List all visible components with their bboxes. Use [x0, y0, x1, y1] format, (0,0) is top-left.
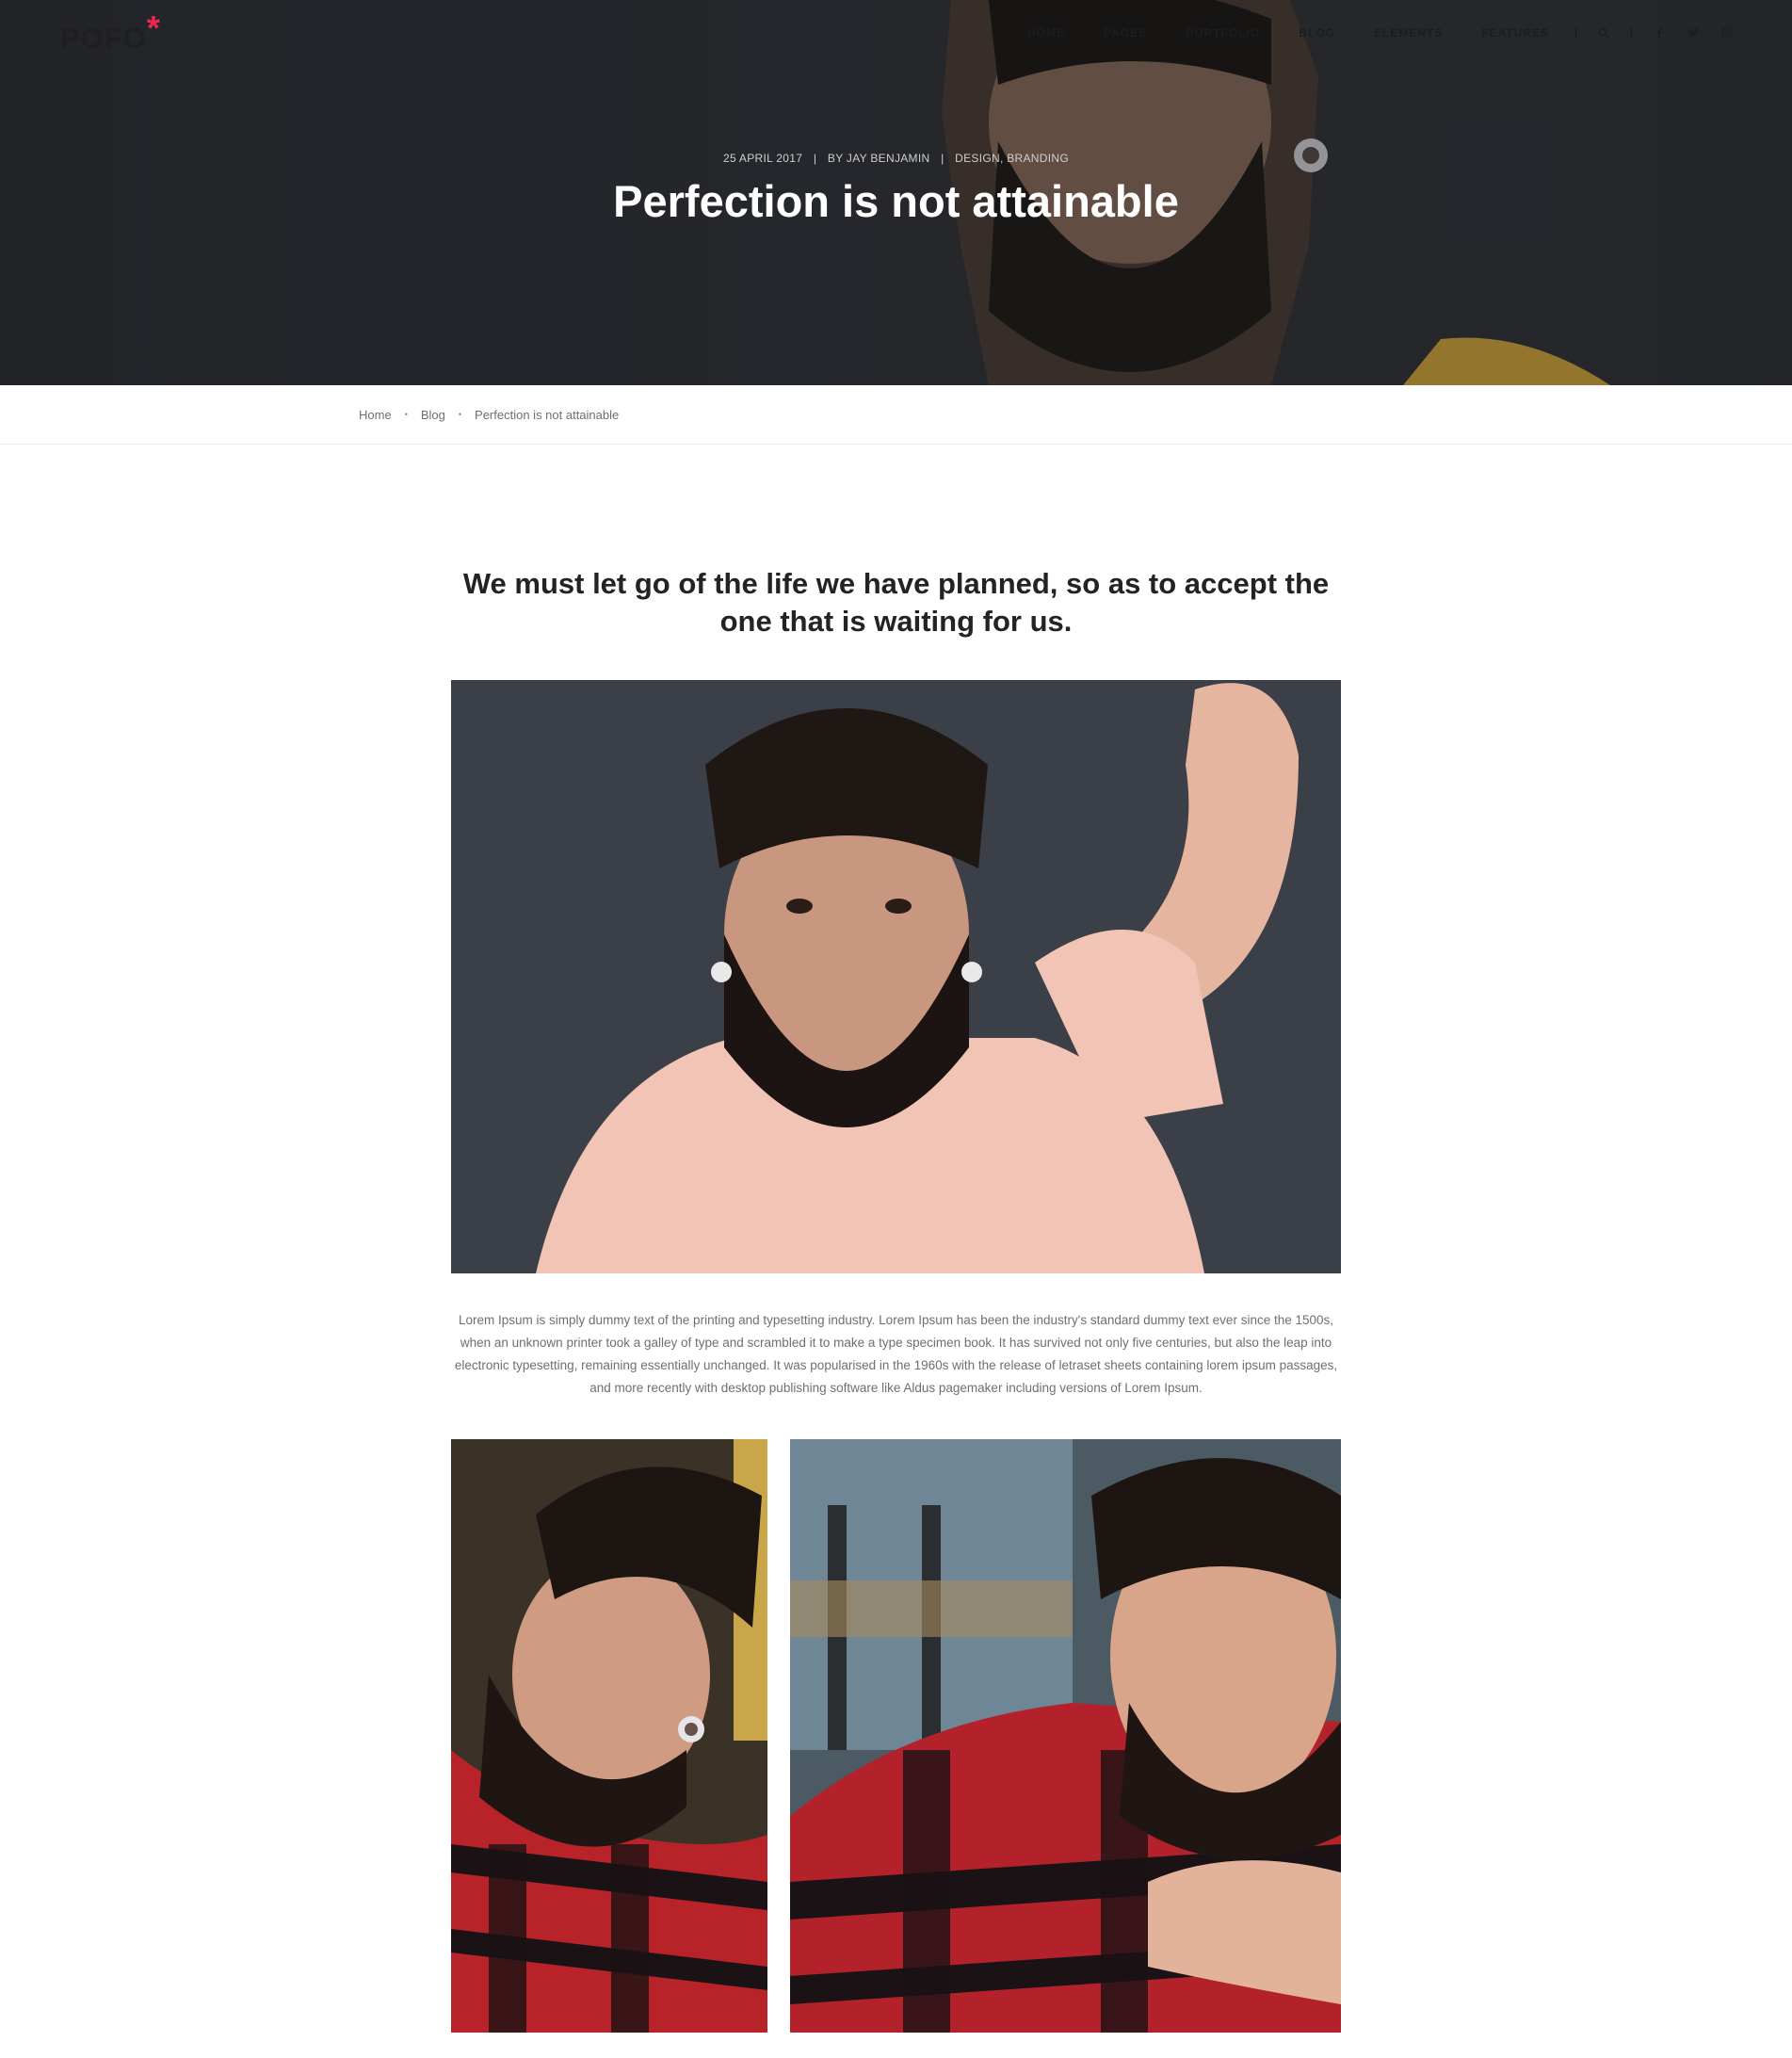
nav-pages[interactable]: PAGES — [1104, 26, 1147, 40]
brand-name: POFO — [60, 22, 147, 55]
nav-divider — [1575, 26, 1576, 40]
search-icon[interactable] — [1597, 26, 1610, 40]
article-main-photo — [451, 680, 1341, 1273]
breadcrumb-separator: • — [458, 410, 462, 419]
main-navigation: HOME PAGES PORTFOLIO BLOG ELEMENTS FEATU… — [1027, 0, 1792, 66]
page-header-hero: POFO* HOME PAGES PORTFOLIO BLOG ELEMENTS… — [0, 0, 1792, 385]
instagram-icon[interactable] — [1720, 26, 1734, 40]
breadcrumb-blog[interactable]: Blog — [421, 408, 445, 422]
post-meta: 25 APRIL 2017 | BY JAY BENJAMIN | DESIGN… — [0, 152, 1792, 165]
article-quote: We must let go of the life we have plann… — [462, 567, 1330, 638]
post-date: 25 APRIL 2017 — [723, 152, 803, 165]
nav-features[interactable]: FEATURES — [1481, 26, 1549, 40]
twitter-icon[interactable] — [1687, 26, 1700, 40]
meta-separator: | — [813, 152, 817, 165]
article-photo-left — [451, 1439, 767, 2033]
facebook-icon[interactable] — [1653, 26, 1666, 40]
article-photo-right — [790, 1439, 1341, 2033]
nav-home[interactable]: HOME — [1027, 26, 1065, 40]
brand-mark: * — [146, 8, 161, 47]
breadcrumb-separator: • — [404, 410, 408, 419]
page-title: Perfection is not attainable — [613, 176, 1179, 226]
breadcrumb-current: Perfection is not attainable — [475, 407, 620, 422]
meta-separator: | — [941, 152, 944, 165]
nav-blog[interactable]: BLOG — [1299, 26, 1335, 40]
breadcrumb-home[interactable]: Home — [359, 408, 392, 422]
post-author[interactable]: BY JAY BENJAMIN — [828, 152, 930, 165]
nav-portfolio[interactable]: PORTFOLIO — [1186, 26, 1260, 40]
breadcrumb: Home • Blog • Perfection is not attainab… — [0, 385, 1792, 445]
nav-elements[interactable]: ELEMENTS — [1374, 26, 1443, 40]
post-categories[interactable]: DESIGN, BRANDING — [955, 152, 1069, 165]
brand-logo[interactable]: POFO* — [60, 8, 161, 57]
nav-divider — [1631, 26, 1632, 40]
article-body-text: Lorem Ipsum is simply dummy text of the … — [454, 1313, 1338, 1395]
